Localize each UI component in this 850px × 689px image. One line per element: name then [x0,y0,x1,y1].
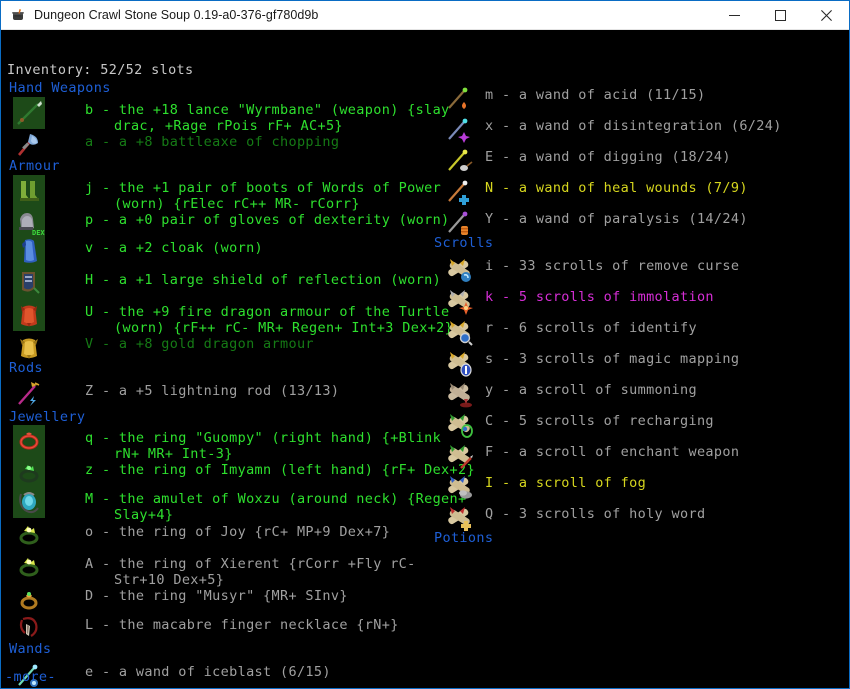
wand-acid-icon [443,82,475,114]
inventory-item-row[interactable]: y - a scroll of summoning [485,382,697,398]
inventory-screen[interactable]: Inventory: 52/52 slots Hand Weapons b - … [1,30,849,688]
scroll-enchant-weapon-icon [443,439,475,471]
inventory-item-row[interactable]: I - a scroll of fog [485,475,646,491]
inventory-item-row[interactable]: a - a +8 battleaxe of chopping [85,134,339,150]
inventory-item-row[interactable]: j - the +1 pair of boots of Words of Pow… [85,180,441,196]
wand-digging-icon [443,144,475,176]
scroll-holy-word-icon [443,501,475,533]
inventory-item-row[interactable]: e - a wand of iceblast (6/15) [85,664,331,680]
macabre-necklace-icon [13,612,45,644]
ring-guompy-icon [13,425,45,457]
inventory-item-row[interactable]: U - the +9 fire dragon armour of the Tur… [85,304,450,320]
inventory-category-header: Hand Weapons [9,80,111,96]
lance-icon [13,97,45,129]
inventory-item-row[interactable]: i - 33 scrolls of remove curse [485,258,739,274]
inventory-item-row[interactable]: M - the amulet of Woxzu (around neck) {R… [85,491,467,507]
amulet-woxzu-icon [13,486,45,518]
inventory-item-row[interactable]: x - a wand of disintegration (6/24) [485,118,782,134]
scroll-recharging-icon [443,408,475,440]
ring-musyr-icon [13,583,45,615]
inventory-item-row[interactable]: V - a +8 gold dragon armour [85,336,314,352]
inventory-category-header: Armour [9,158,60,174]
ring-joy-icon [13,519,45,551]
inventory-category-header: Potions [434,530,494,546]
minimize-button[interactable] [711,1,757,30]
inventory-item-row[interactable]: o - the ring of Joy {rC+ MP+9 Dex+7} [85,524,390,540]
inventory-category-header: Rods [9,360,43,376]
inventory-item-row[interactable]: C - 5 scrolls of recharging [485,413,714,429]
scroll-summoning-icon [443,377,475,409]
wand-heal-wounds-icon [443,175,475,207]
inventory-item-row[interactable]: A - the ring of Xierent {rCorr +Fly rC- [85,556,416,572]
inventory-item-row[interactable]: Y - a wand of paralysis (14/24) [485,211,748,227]
inventory-item-row[interactable]: z - the ring of Imyamn (left hand) {rF+ … [85,462,475,478]
inventory-item-row[interactable]: s - 3 scrolls of magic mapping [485,351,739,367]
scroll-remove-curse-icon [443,253,475,285]
inventory-item-row[interactable]: v - a +2 cloak (worn) [85,240,263,256]
inventory-item-row[interactable]: Q - 3 scrolls of holy word [485,506,705,522]
fire-dragon-armour-icon [13,299,45,331]
inventory-item-row[interactable]: Z - a +5 lightning rod (13/13) [85,383,339,399]
wand-disintegration-icon [443,113,475,145]
scroll-identify-icon [443,315,475,347]
inventory-item-row-continuation: Slay+4} [114,507,174,523]
maximize-button[interactable] [757,1,803,30]
inventory-item-row[interactable]: p - a +0 pair of gloves of dexterity (wo… [85,212,450,228]
scroll-magic-mapping-icon [443,346,475,378]
inventory-item-row-continuation: drac, +Rage rPois rF+ AC+5} [114,118,343,134]
cloak-icon [13,235,45,267]
battleaxe-icon [13,129,45,161]
scroll-immolation-icon [443,284,475,316]
ring-xierent-icon [13,551,45,583]
inventory-category-header: Jewellery [9,409,86,425]
window-title: Dungeon Crawl Stone Soup 0.19-a0-376-gf7… [34,8,319,22]
inventory-item-row-continuation: (worn) {rF++ rC- MR+ Regen+ Int+3 Dex+2} [114,320,454,336]
wand-paralysis-icon [443,206,475,238]
boots-icon [13,175,45,207]
inventory-category-header: Wands [9,641,52,657]
inventory-item-row[interactable]: b - the +18 lance "Wyrmbane" (weapon) {s… [85,102,450,118]
inventory-item-row-continuation: Str+10 Dex+5} [114,572,225,588]
inventory-item-row-continuation: rN+ MR+ Int-3} [114,446,233,462]
inventory-item-row[interactable]: E - a wand of digging (18/24) [485,149,731,165]
inventory-category-header: Scrolls [434,235,494,251]
inventory-item-row[interactable]: L - the macabre finger necklace {rN+} [85,617,399,633]
large-shield-icon [13,267,45,299]
inventory-item-row[interactable]: k - 5 scrolls of immolation [485,289,714,305]
inventory-header: Inventory: 52/52 slots [7,62,194,78]
inventory-item-row[interactable]: r - 6 scrolls of identify [485,320,697,336]
gold-dragon-armour-icon [13,331,45,363]
inventory-item-row[interactable]: q - the ring "Guompy" (right hand) {+Bli… [85,430,441,446]
inventory-item-row[interactable]: H - a +1 large shield of reflection (wor… [85,272,441,288]
lightning-rod-icon [13,378,45,410]
inventory-item-row[interactable]: N - a wand of heal wounds (7/9) [485,180,748,196]
inventory-item-row-continuation: (worn) {rElec rC++ MR- rCorr} [114,196,360,212]
inventory-item-row[interactable]: D - the ring "Musyr" {MR+ SInv} [85,588,348,604]
scroll-fog-icon [443,470,475,502]
close-button[interactable] [803,1,849,30]
inventory-item-row[interactable]: F - a scroll of enchant weapon [485,444,739,460]
game-window: Dungeon Crawl Stone Soup 0.19-a0-376-gf7… [0,0,850,689]
inventory-item-row[interactable]: m - a wand of acid (11/15) [485,87,705,103]
stone-soup-pot-icon [10,7,26,23]
ring-imyamn-icon [13,457,45,489]
window-controls [711,1,849,30]
window-titlebar[interactable]: Dungeon Crawl Stone Soup 0.19-a0-376-gf7… [1,1,849,30]
more-prompt[interactable]: -more- [5,669,56,685]
